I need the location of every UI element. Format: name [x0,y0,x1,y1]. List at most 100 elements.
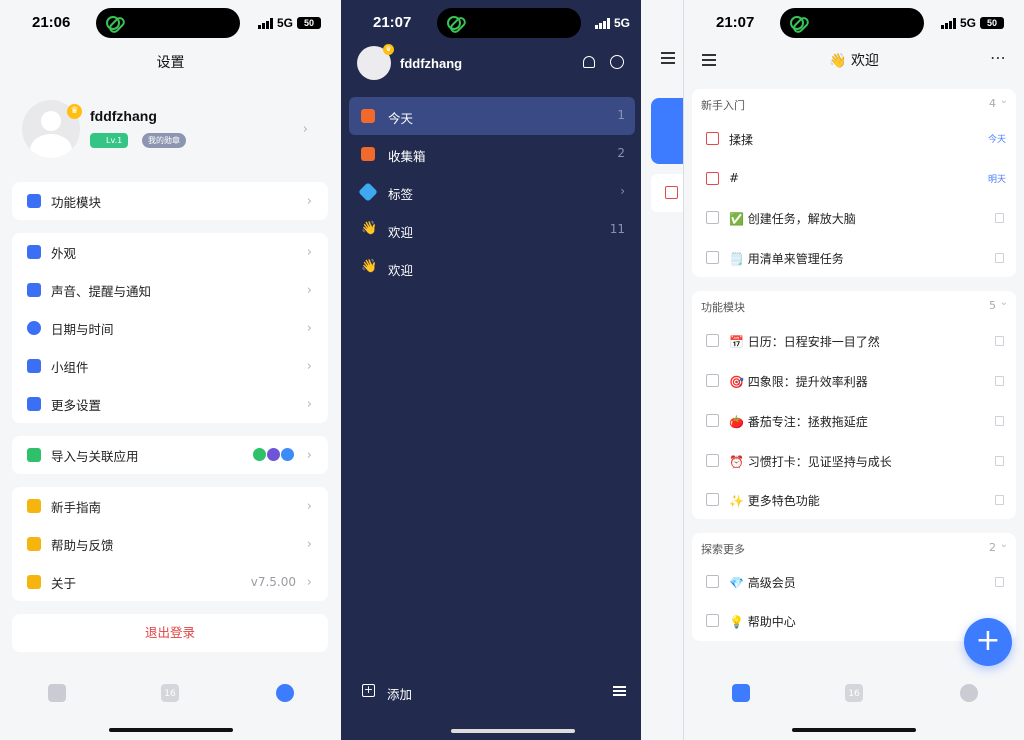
logout-button[interactable]: 退出登录 [12,614,328,652]
settings-item-widgets[interactable]: 小组件 › [12,347,328,385]
nav-item-today[interactable]: 今天 1 [349,97,635,135]
section-title: 探索更多 [701,543,745,556]
settings-item-modules[interactable]: 功能模块 › [12,182,328,220]
wechat-icon [106,16,120,30]
add-task-button[interactable]: + [964,618,1012,666]
more-icon[interactable]: ⋯ [990,48,1006,67]
chevron-right-icon: › [306,498,312,514]
nav-item-inbox[interactable]: 收集箱 2 [349,135,635,173]
drawer-header: ♛ fddfzhang [357,44,641,82]
chevron-right-icon: › [302,122,308,137]
paint-roller-icon [27,245,41,259]
task-item[interactable]: 🎯 四象限：提升效率利器 [692,361,1016,401]
settings-item-appearance[interactable]: 外观 › [12,233,328,271]
settings-hex-icon[interactable] [960,684,978,702]
today-card [651,98,683,164]
profile-row[interactable]: ♛ fddfzhang Lv.1 我的勋章 › [22,100,322,160]
settings-item-datetime[interactable]: 日期与时间 › [12,309,328,347]
menu-icon[interactable] [661,52,675,54]
settings-item-label: 小组件 [51,359,89,375]
waving-hand-icon: 👋 [361,259,378,274]
music-note-icon [27,283,41,297]
book-icon [27,499,41,513]
task-label: 帮助中心 [747,615,796,629]
page-title: 欢迎 [850,53,879,69]
task-item[interactable]: 🍅 番茄专注：拯救拖延症 [692,401,1016,441]
task-item[interactable]: ✅ 创建任务，解放大脑 [692,198,1016,238]
task-item[interactable]: ⏰ 习惯打卡：见证坚持与成长 [692,441,1016,481]
medal-badge[interactable]: 我的勋章 [142,133,186,148]
chevron-down-icon[interactable]: ⌄ [1000,95,1008,106]
task-item[interactable]: 揉揉 今天 [692,119,1016,159]
checkbox[interactable] [706,614,719,627]
settings-item-label: 导入与关联应用 [51,448,139,464]
settings-item-label: 新手指南 [51,499,102,515]
task-item[interactable]: ✨ 更多特色功能 [692,480,1016,520]
nav-item-welcome[interactable]: 👋 欢迎 11 [349,211,635,249]
settings-item-sound[interactable]: 声音、提醒与通知 › [12,271,328,309]
nav-item-welcome-2[interactable]: 👋 欢迎 [349,249,635,287]
settings-item-import[interactable]: 导入与关联应用 › [12,436,328,474]
checkbox[interactable] [706,454,719,467]
checkbox[interactable] [706,172,719,185]
tasks-icon[interactable] [732,684,750,702]
task-label: 用清单来管理任务 [747,252,844,266]
checkbox[interactable] [706,132,719,145]
manage-lists-icon[interactable] [613,686,626,688]
settings-item-label: 声音、提醒与通知 [51,283,152,299]
add-icon[interactable]: + [362,684,375,697]
task-item[interactable]: # 明天 [692,159,1016,199]
task-label: 习惯打卡：见证坚持与成长 [747,455,892,469]
section-getting-started: 新手入门 4 ⌄ 揉揉 今天 # 明天 ✅ 创建任务，解放大脑 🗒️ 用清单来管… [692,89,1016,277]
nav-count: 11 [609,222,625,236]
note-icon [995,253,1004,263]
settings-hex-icon[interactable] [276,684,294,702]
settings-item-guide[interactable]: 新手指南 › [12,487,328,525]
chevron-right-icon: › [306,447,312,463]
chevron-down-icon[interactable]: ⌄ [1000,297,1008,308]
chevron-right-icon: › [306,244,312,260]
chevron-right-icon: › [306,282,312,298]
checkbox[interactable] [706,575,719,588]
checkbox[interactable] [706,374,719,387]
chevron-right-icon: › [306,193,312,209]
settings-group-modules: 功能模块 › [12,182,328,220]
task-item[interactable]: 💎 高级会员 [692,562,1016,602]
task-item[interactable]: 🗒️ 用清单来管理任务 [692,238,1016,278]
calendar-icon[interactable]: 16 [845,684,863,702]
add-list-button[interactable]: 添加 [387,684,412,703]
status-bar: 21:06 5G 50 [0,8,341,38]
chevron-right-icon: › [306,396,312,412]
note-icon [995,495,1004,505]
checkbox[interactable] [706,493,719,506]
settings-item-more[interactable]: 更多设置 › [12,385,328,423]
checkbox[interactable] [706,211,719,224]
calendar-icon[interactable]: 16 [161,684,179,702]
settings-group-display: 外观 › 声音、提醒与通知 › 日期与时间 › 小组件 › 更多设置 › [12,233,328,423]
sparkles-icon: ✨ [729,494,744,508]
checkbox[interactable] [706,251,719,264]
chevron-right-icon: › [306,320,312,336]
alarm-clock-icon: ⏰ [729,455,744,469]
network-label: 5G [959,16,976,30]
tasks-icon[interactable] [48,684,66,702]
nav-item-tags[interactable]: 标签 › [349,173,635,211]
checkbox[interactable] [706,334,719,347]
checkbox[interactable] [665,186,678,199]
nav-label: 欢迎 [388,263,414,278]
settings-item-help[interactable]: 帮助与反馈 › [12,525,328,563]
section-count: 4 [989,97,996,110]
checkbox[interactable] [706,414,719,427]
chevron-right-icon: › [306,358,312,374]
settings-icon[interactable] [610,55,624,69]
bell-icon[interactable] [583,56,595,68]
level-badge: Lv.1 [90,133,129,148]
home-indicator [451,729,575,733]
task-date: 今天 [987,135,1006,145]
check-mark-icon: ✅ [729,212,744,226]
task-item[interactable]: 📅 日历：日程安排一目了然 [692,321,1016,361]
chevron-down-icon[interactable]: ⌄ [1000,539,1008,550]
settings-screen: 21:06 5G 50 设置 ♛ fddfzhang Lv.1 我的勋章 › 功… [0,0,341,740]
task-label: 番茄专注：拯救拖延症 [747,415,868,429]
settings-item-about[interactable]: 关于 v7.5.00 › [12,563,328,601]
